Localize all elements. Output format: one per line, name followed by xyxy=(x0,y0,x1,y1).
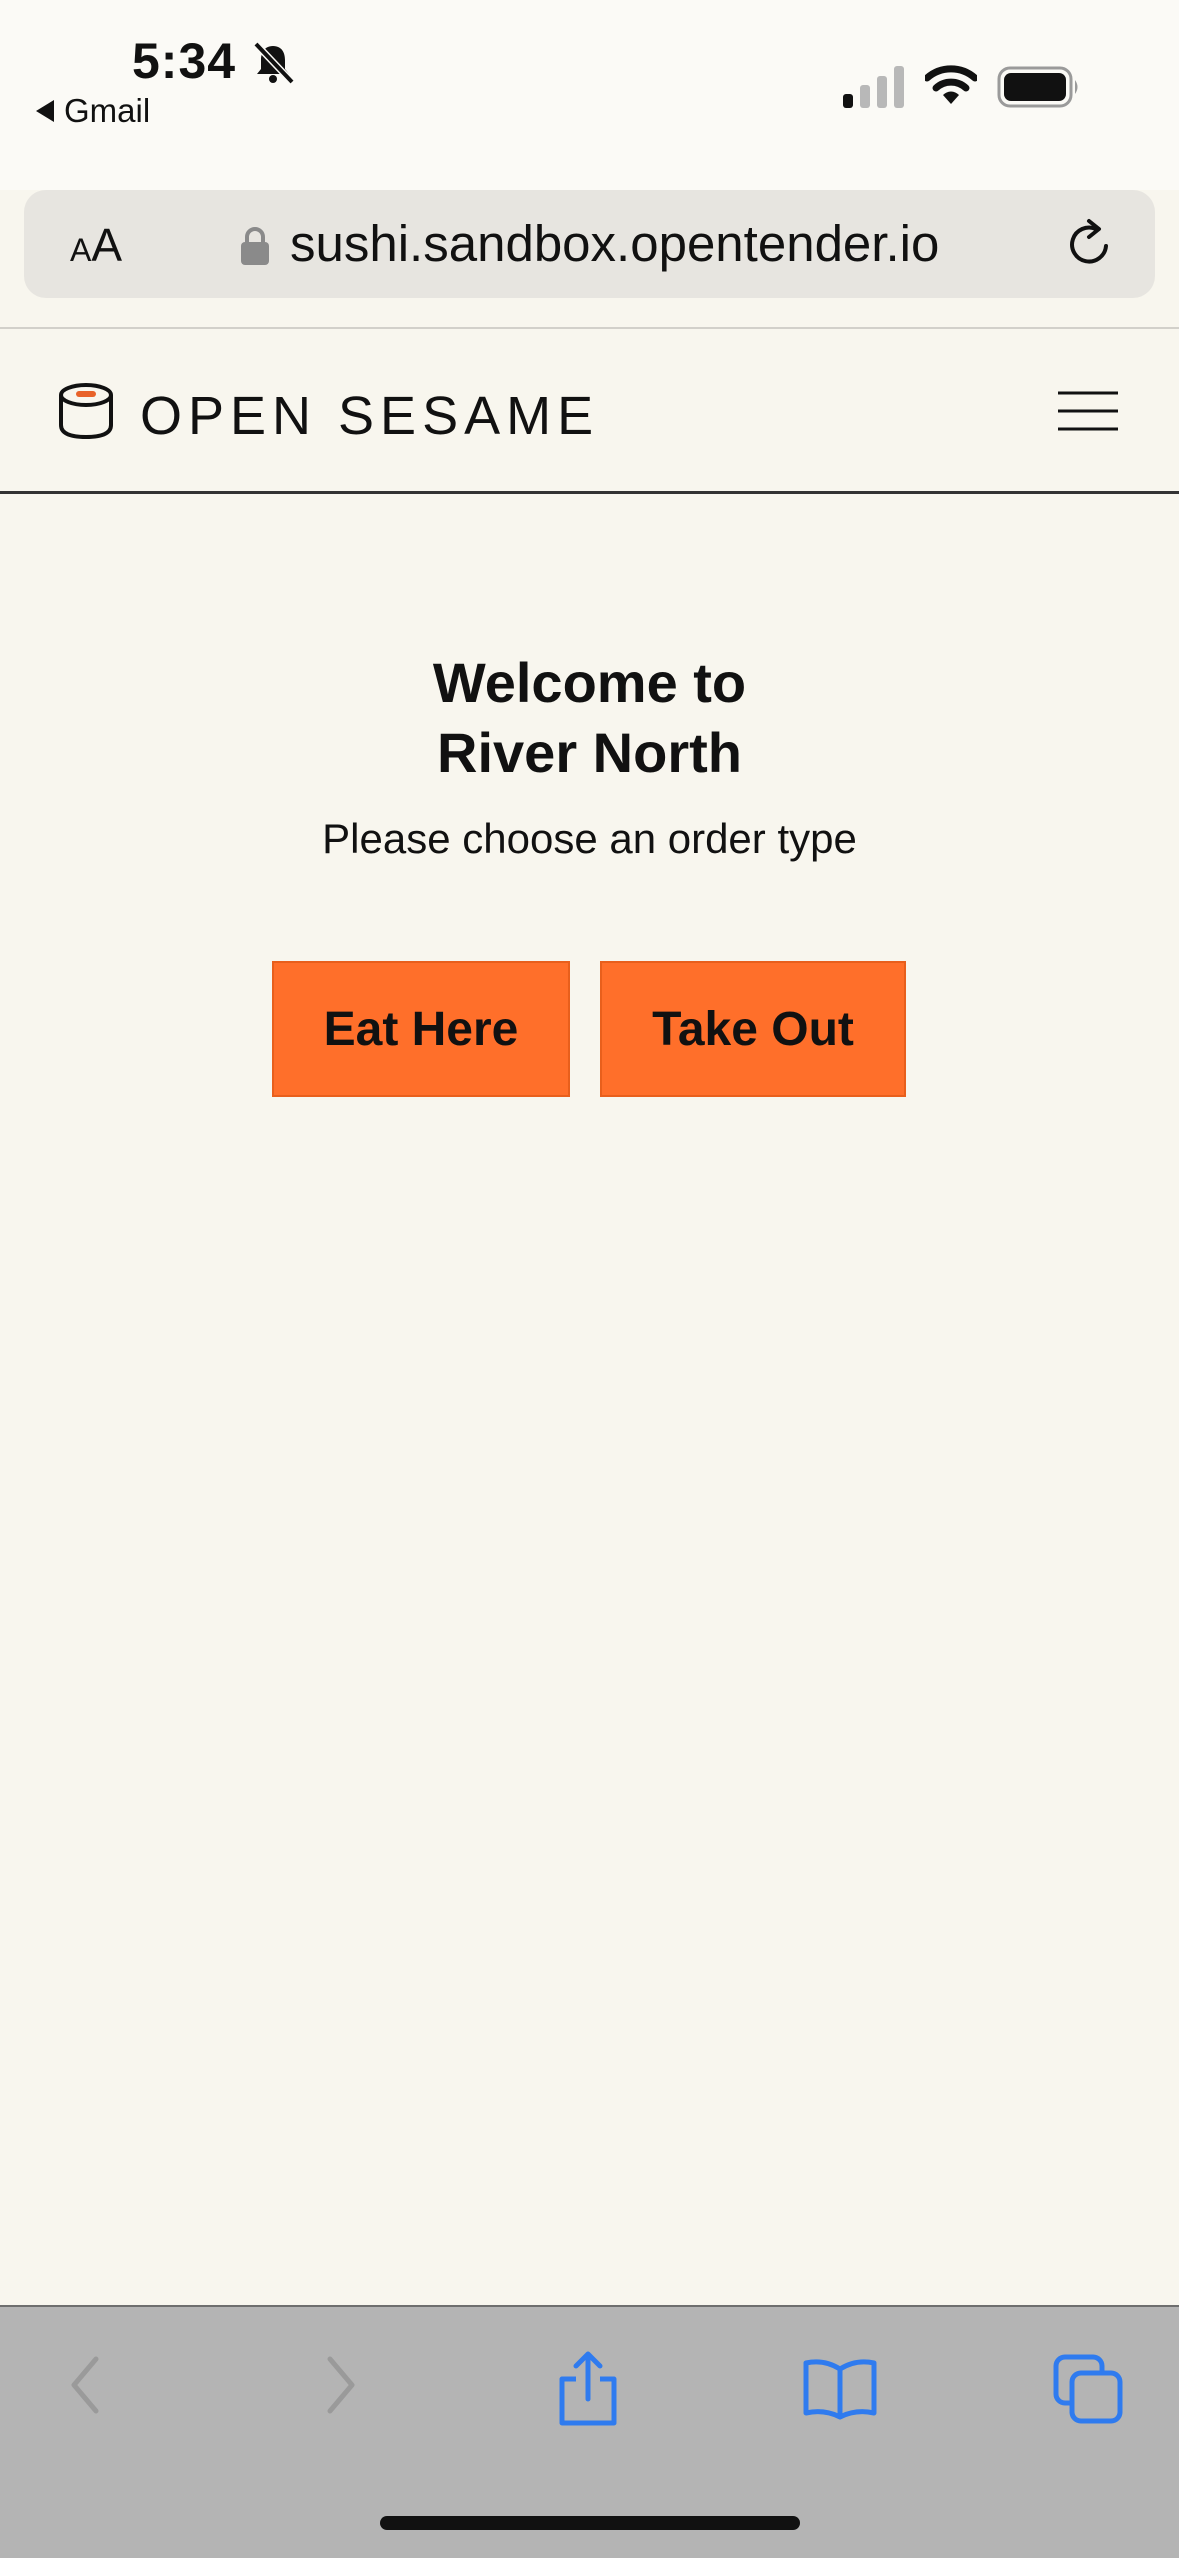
page-title: Welcome to River North xyxy=(0,648,1179,788)
url-text[interactable]: sushi.sandbox.opentender.io xyxy=(290,214,939,273)
address-bar[interactable]: AA sushi.sandbox.opentender.io xyxy=(24,190,1155,298)
tabs-icon[interactable] xyxy=(1052,2353,1124,2425)
text-size-button[interactable]: AA xyxy=(70,218,122,272)
site-header: OPEN SESAME xyxy=(0,329,1179,494)
share-icon[interactable] xyxy=(556,2351,620,2427)
back-to-app-link[interactable]: Gmail xyxy=(36,92,150,130)
wifi-icon xyxy=(925,65,977,104)
brand-name[interactable]: OPEN SESAME xyxy=(140,385,599,447)
text-size-label: AA xyxy=(70,219,123,271)
welcome-line-1: Welcome to xyxy=(432,651,747,714)
welcome-line-2: River North xyxy=(437,721,742,784)
bookmarks-icon[interactable] xyxy=(802,2357,878,2421)
hamburger-menu-icon[interactable] xyxy=(1056,389,1120,433)
signal-icon xyxy=(843,66,904,108)
reload-icon[interactable] xyxy=(1062,216,1118,272)
take-out-button[interactable]: Take Out xyxy=(600,961,906,1097)
back-triangle-icon xyxy=(36,100,54,122)
battery-icon xyxy=(997,66,1078,108)
bell-slash-icon xyxy=(253,41,295,85)
back-icon[interactable] xyxy=(64,2349,108,2421)
forward-icon[interactable] xyxy=(318,2349,362,2421)
sushi-logo-icon[interactable] xyxy=(56,381,116,441)
eat-here-button[interactable]: Eat Here xyxy=(272,961,570,1097)
status-bar: 5:34 Gmail xyxy=(0,0,1179,190)
status-time: 5:34 xyxy=(132,33,237,89)
order-type-prompt: Please choose an order type xyxy=(322,815,857,862)
home-indicator[interactable] xyxy=(380,2516,800,2530)
back-app-label: Gmail xyxy=(64,92,151,129)
lock-icon xyxy=(241,227,269,265)
